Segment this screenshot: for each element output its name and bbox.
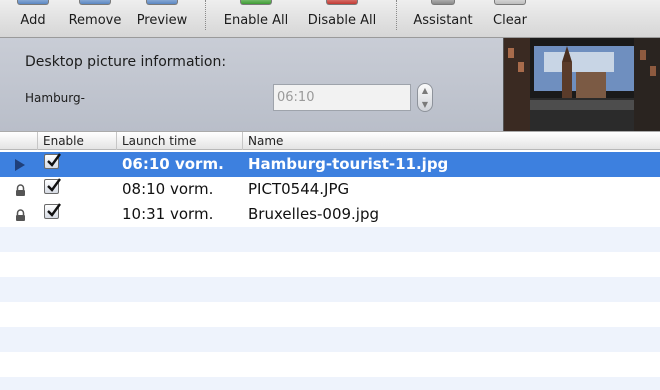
add-button[interactable]: Add	[12, 0, 54, 37]
remove-button[interactable]: Remove	[64, 0, 126, 37]
column-header-name[interactable]: Name	[242, 132, 660, 150]
launch-time-cell: 08:10 vorm.	[122, 180, 214, 198]
enable-checkbox[interactable]	[44, 178, 61, 194]
disable-all-button-label: Disable All	[307, 13, 377, 28]
remove-button-label: Remove	[68, 13, 122, 28]
empty-row	[0, 302, 660, 327]
lock-icon	[16, 209, 25, 221]
info-title: Desktop picture information:	[25, 54, 227, 70]
stepper-up-icon[interactable]: ▲	[418, 84, 432, 97]
add-icon	[17, 0, 49, 5]
clear-button[interactable]: Clear	[488, 0, 532, 37]
empty-row	[0, 352, 660, 377]
launch-time-cell: 10:31 vorm.	[122, 205, 214, 223]
add-button-label: Add	[20, 13, 46, 28]
preview-button[interactable]: Preview	[133, 0, 191, 37]
empty-row	[0, 252, 660, 277]
enable-all-icon	[240, 0, 272, 5]
empty-row	[0, 377, 660, 390]
clear-button-label: Clear	[493, 13, 527, 28]
disable-all-icon	[326, 0, 358, 5]
toolbar-separator	[205, 0, 206, 30]
launch-time-field[interactable]: 06:10	[273, 84, 411, 111]
desktop-picture-info-panel: Desktop picture information: Hamburg- 06…	[0, 38, 660, 131]
disable-all-button[interactable]: Disable All	[302, 0, 382, 37]
table-header: Enable Launch time Name	[0, 131, 660, 150]
assistant-button[interactable]: Assistant	[408, 0, 478, 37]
empty-row	[0, 277, 660, 302]
launch-time-cell: 06:10 vorm.	[122, 155, 224, 173]
time-stepper[interactable]: ▲ ▼	[417, 83, 433, 112]
file-name-cell: PICT0544.JPG	[248, 180, 350, 198]
preview-button-label: Preview	[136, 13, 188, 28]
column-header-enable[interactable]: Enable	[37, 132, 116, 150]
table-row[interactable]: 10:31 vorm. Bruxelles-009.jpg	[0, 202, 660, 227]
play-arrow-icon	[15, 159, 25, 171]
enable-checkbox[interactable]	[44, 203, 61, 219]
table-row[interactable]: 06:10 vorm. Hamburg-tourist-11.jpg	[0, 152, 660, 177]
toolbar-separator	[396, 0, 397, 30]
stepper-down-icon[interactable]: ▼	[418, 98, 432, 111]
picture-name-label: Hamburg-	[25, 91, 85, 105]
column-header-launch-time[interactable]: Launch time	[116, 132, 242, 150]
remove-icon	[79, 0, 111, 5]
enable-checkbox[interactable]	[44, 153, 61, 169]
lock-icon	[16, 184, 25, 196]
clear-icon	[494, 0, 526, 5]
table-body: 06:10 vorm. Hamburg-tourist-11.jpg 08:10…	[0, 150, 660, 390]
empty-row	[0, 327, 660, 352]
file-name-cell: Hamburg-tourist-11.jpg	[248, 155, 449, 173]
table-row[interactable]: 08:10 vorm. PICT0544.JPG	[0, 177, 660, 202]
empty-row	[0, 227, 660, 252]
toolbar: Add Remove Preview Enable All Disable Al…	[0, 0, 660, 38]
picture-preview-thumbnail	[503, 38, 660, 131]
assistant-button-label: Assistant	[413, 13, 473, 28]
enable-all-button[interactable]: Enable All	[218, 0, 294, 37]
enable-all-button-label: Enable All	[223, 13, 289, 28]
preview-icon	[146, 0, 178, 5]
schedule-table: Enable Launch time Name 06:10 vorm. Hamb…	[0, 131, 660, 390]
file-name-cell: Bruxelles-009.jpg	[248, 205, 380, 223]
assistant-wand-icon	[431, 0, 455, 5]
